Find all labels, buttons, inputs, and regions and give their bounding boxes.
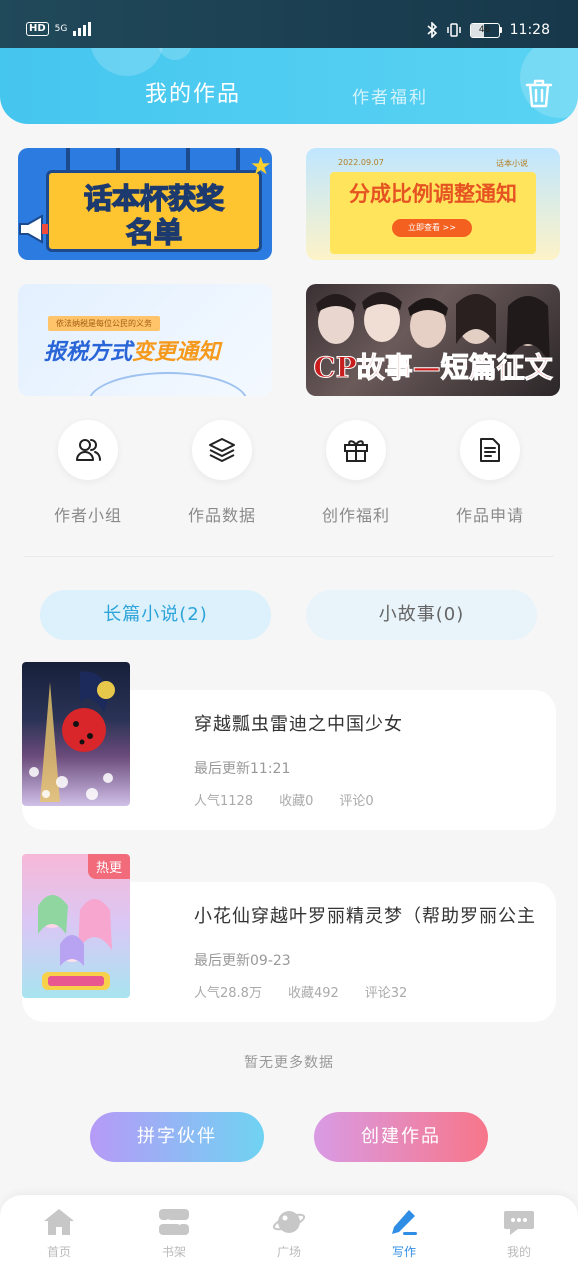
banner-title-line2: 名单 — [125, 215, 183, 250]
planet-icon — [272, 1211, 306, 1233]
banner-decor — [66, 148, 70, 170]
nav-label: 我的 — [506, 1245, 531, 1259]
action-creation-welfare[interactable]: 创作福利 — [296, 420, 416, 530]
cover-illustration — [29, 671, 115, 802]
banner-revenue-notice[interactable]: 2022.09.07 话本小说 分成比例调整通知 立即查看 >> — [306, 148, 560, 260]
work-title: 穿越瓢虫雷迪之中国少女 — [194, 714, 403, 735]
pen-icon — [392, 1210, 417, 1235]
status-right: 46 11:28 — [426, 22, 550, 38]
banner-title: 报税方式变更通知 — [44, 334, 220, 366]
action-label: 作品申请 — [455, 506, 524, 525]
banner-title: CP故事—短篇征文 — [313, 351, 553, 385]
signal-icon — [73, 22, 92, 36]
bluetooth-icon — [427, 22, 437, 38]
gift-icon — [326, 420, 386, 480]
tab-author-welfare[interactable]: 作者福利 — [352, 83, 428, 108]
status-left: HD 5G — [26, 22, 92, 36]
nav-label: 广场 — [276, 1245, 301, 1259]
main-content: 话本杯获奖 名单 ★ 2022.09.07 话本小说 分成比例调整通知 立即查看… — [0, 124, 578, 1194]
hot-badge: 热更 — [87, 854, 130, 879]
banner-title: 分成比例调整通知 — [349, 182, 517, 206]
battery-percent: 46 — [478, 24, 491, 35]
nav-item-bookshelf[interactable]: 书架 — [134, 1207, 214, 1271]
action-author-group[interactable]: 作者小组 — [28, 420, 148, 530]
work-favorites: 收藏492 — [287, 986, 339, 1001]
tab-long-novel[interactable]: 长篇小说(2) — [40, 590, 271, 640]
action-work-data[interactable]: 作品数据 — [162, 420, 282, 530]
action-label: 创作福利 — [321, 506, 390, 525]
nav-item-plaza[interactable]: 广场 — [249, 1207, 329, 1271]
banner-cp-contest[interactable]: CP故事—短篇征文 — [306, 284, 560, 396]
banner-date: 2022.09.07 — [338, 158, 384, 167]
header: 我的作品 作者福利 — [0, 48, 578, 124]
work-title: 小花仙穿越叶罗丽精灵梦（帮助罗丽公主 — [194, 906, 536, 927]
banner-decor — [116, 148, 120, 170]
tab-short-story[interactable]: 小故事(0) — [306, 590, 537, 640]
work-updated: 最后更新09-23 — [194, 953, 291, 969]
vibrate-icon — [446, 23, 461, 37]
action-label: 作者小组 — [53, 506, 122, 525]
nav-label: 写作 — [391, 1245, 416, 1259]
banner-title-a: 报税方式 — [44, 340, 133, 365]
layers-icon — [192, 420, 252, 480]
status-bar: HD 5G 46 11:28 — [0, 0, 578, 48]
banner-decor — [186, 148, 190, 170]
clock: 11:28 — [509, 22, 550, 38]
users-icon — [58, 420, 118, 480]
document-icon — [460, 420, 520, 480]
action-label: 作品数据 — [187, 506, 256, 525]
work-comments: 评论0 — [339, 794, 374, 809]
nav-item-me[interactable]: 我的 — [479, 1207, 559, 1271]
banner-tag: 依法纳税是每位公民的义务 — [48, 316, 160, 331]
banner-view-button[interactable]: 立即查看 >> — [392, 219, 472, 237]
work-popularity: 人气28.8万 — [194, 986, 262, 1001]
create-work-button[interactable]: 创建作品 — [314, 1112, 488, 1162]
work-popularity: 人气1128 — [194, 794, 254, 809]
chat-icon — [504, 1211, 534, 1235]
network-type: 5G — [54, 23, 68, 34]
tab-my-works[interactable]: 我的作品 — [145, 76, 241, 108]
decor-bubble — [90, 48, 164, 76]
battery-icon: 46 — [469, 22, 502, 38]
partner-button[interactable]: 拼字伙伴 — [90, 1112, 264, 1162]
work-comments: 评论32 — [364, 986, 408, 1001]
work-cover[interactable] — [22, 662, 130, 806]
banner-tax-notice[interactable]: 依法纳税是每位公民的义务 报税方式变更通知 — [18, 284, 272, 396]
banner-title-b: 变更通知 — [132, 340, 221, 365]
quick-actions: 作者小组 作品数据 创作福利 作品申请 — [0, 420, 578, 530]
divider — [24, 556, 554, 557]
home-icon — [44, 1209, 74, 1235]
trash-icon[interactable] — [522, 76, 556, 110]
star-icon: ★ — [250, 152, 272, 180]
megaphone-icon — [19, 214, 48, 244]
nav-item-write[interactable]: 写作 — [364, 1207, 444, 1271]
banner-award-list[interactable]: 话本杯获奖 名单 ★ — [18, 148, 272, 260]
work-updated: 最后更新11:21 — [194, 761, 291, 777]
work-cover[interactable]: 热更 — [22, 854, 130, 998]
banner-decor — [236, 148, 240, 170]
work-stats: 人气28.8万 收藏492 评论32 — [194, 982, 407, 1001]
decor-bubble — [158, 48, 192, 60]
banner-plaque: 话本杯获奖 名单 — [46, 170, 262, 252]
nav-item-home[interactable]: 首页 — [19, 1207, 99, 1271]
banner-decor-arc — [88, 372, 248, 396]
banner-category: 话本小说 — [496, 159, 528, 168]
work-favorites: 收藏0 — [279, 794, 314, 809]
bottom-nav: 首页 书架 广场 写作 我的 — [0, 1194, 578, 1280]
bookshelf-icon — [159, 1209, 189, 1235]
nav-label: 首页 — [46, 1245, 71, 1259]
nav-label: 书架 — [161, 1245, 186, 1259]
work-stats: 人气1128 收藏0 评论0 — [194, 790, 374, 809]
action-work-apply[interactable]: 作品申请 — [430, 420, 550, 530]
no-more-data: 暂无更多数据 — [244, 1055, 334, 1071]
hd-indicator: HD — [26, 22, 49, 36]
